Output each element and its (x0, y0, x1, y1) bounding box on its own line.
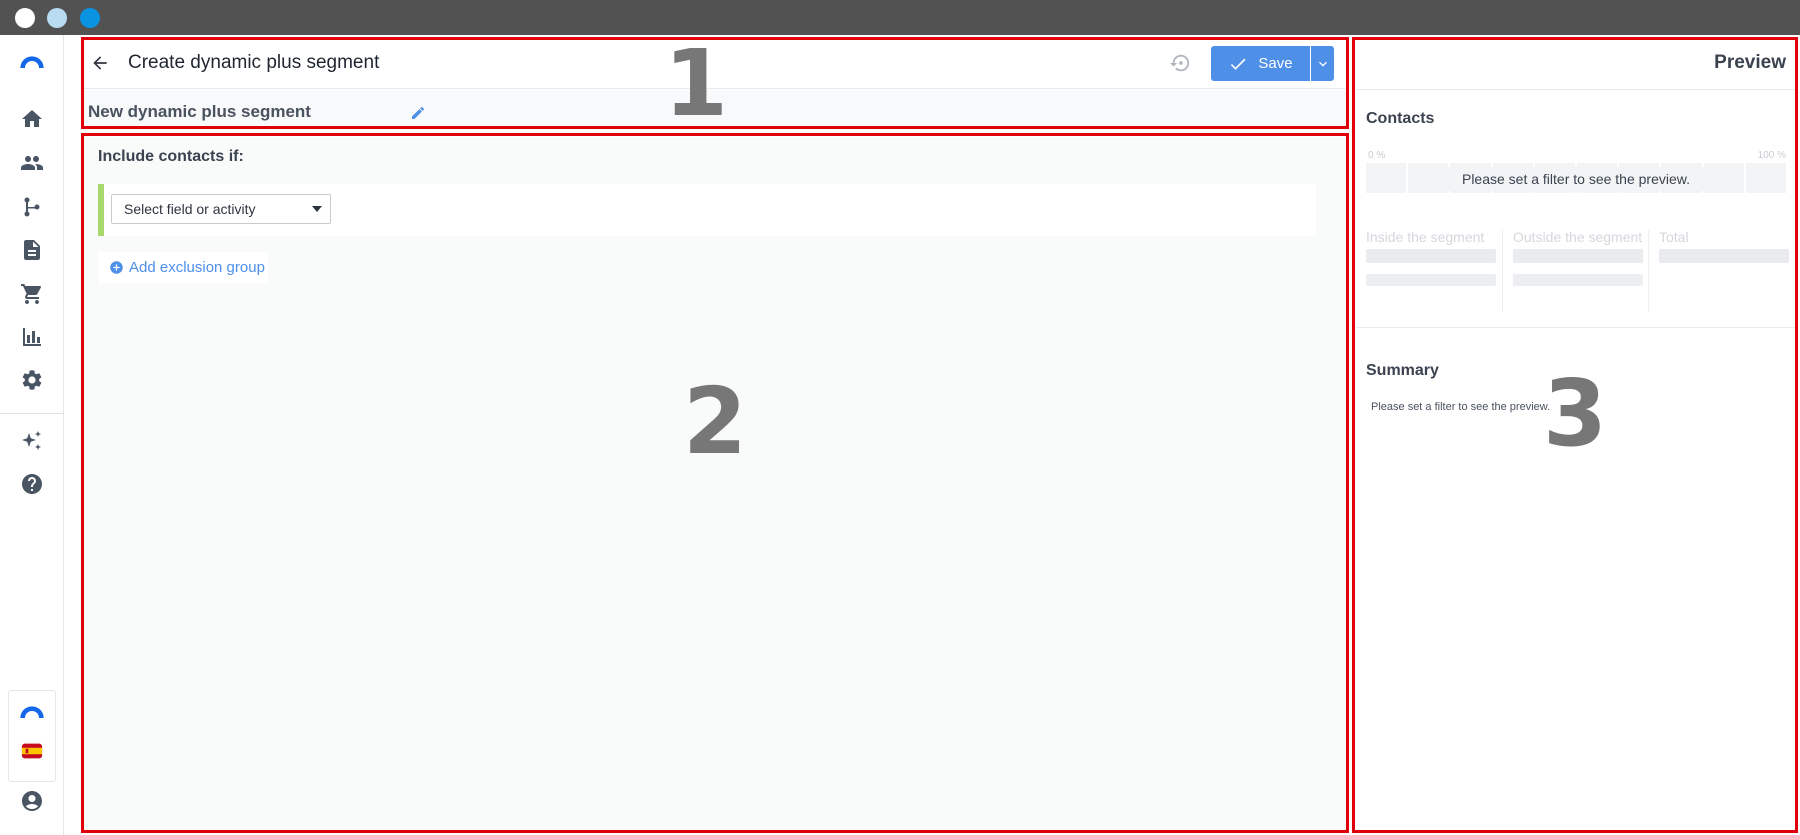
include-contacts-label: Include contacts if: (98, 148, 244, 165)
check-icon (1231, 58, 1246, 70)
stat-divider (1502, 230, 1503, 312)
cart-icon[interactable] (18, 280, 46, 308)
stat-placeholder-bar (1513, 274, 1643, 286)
save-options-dropdown[interactable] (1311, 46, 1334, 81)
help-icon[interactable] (18, 470, 46, 498)
stat-placeholder-bar (1366, 249, 1496, 263)
save-label: Save (1258, 55, 1293, 72)
automation-icon[interactable] (18, 193, 46, 221)
stat-placeholder-bar (1513, 249, 1643, 263)
document-icon[interactable] (18, 236, 46, 264)
history-icon[interactable] (1168, 51, 1192, 75)
chevron-down-icon (1318, 61, 1327, 67)
preview-section-divider (1356, 327, 1796, 328)
add-exclusion-label: Add exclusion group (129, 259, 265, 276)
back-arrow-icon[interactable] (87, 50, 113, 76)
preview-title: Preview (1714, 52, 1786, 73)
window-maximize-button[interactable] (80, 8, 100, 28)
spain-flag-icon[interactable] (18, 737, 46, 765)
field-select-value: Select field or activity (124, 201, 256, 217)
contacts-icon[interactable] (18, 149, 46, 177)
add-circle-icon (110, 261, 123, 274)
annotation-number-1: 1 (664, 30, 729, 137)
preview-empty-text: Please set a filter to see the preview. (1447, 167, 1704, 191)
stat-placeholder-bar (1366, 274, 1496, 286)
account-icon[interactable] (18, 787, 46, 815)
edit-name-pencil-icon[interactable] (408, 103, 428, 123)
segment-builder (81, 137, 1349, 830)
stat-outside-segment: Outside the segment (1513, 229, 1643, 311)
settings-icon[interactable] (18, 366, 46, 394)
annotation-number-2: 2 (683, 368, 748, 475)
contacts-title: Contacts (1366, 110, 1435, 127)
stat-inside-segment: Inside the segment (1366, 229, 1496, 311)
summary-title: Summary (1366, 362, 1439, 379)
stat-label: Inside the segment (1366, 229, 1485, 245)
stat-total: Total (1659, 229, 1789, 311)
reports-icon[interactable] (18, 323, 46, 351)
page-title: Create dynamic plus segment (128, 52, 380, 73)
sidebar-divider (0, 413, 63, 414)
percent-min-label: 0 % (1368, 150, 1386, 161)
window-minimize-button[interactable] (47, 8, 67, 28)
dropdown-caret-icon (312, 206, 322, 212)
brand-logo[interactable] (18, 47, 46, 75)
preview-empty-message: Please set a filter to see the preview. (1356, 167, 1796, 191)
window-close-button[interactable] (15, 8, 35, 28)
preview-header: Preview (1356, 37, 1796, 90)
percent-max-label: 100 % (1757, 150, 1786, 161)
stat-placeholder-bar (1659, 249, 1789, 263)
summary-empty-message: Please set a filter to see the preview. (1371, 401, 1551, 413)
add-exclusion-group-button[interactable]: Add exclusion group (98, 252, 268, 283)
stat-label: Total (1659, 229, 1689, 245)
window-titlebar (0, 0, 1800, 35)
stat-label: Outside the segment (1513, 229, 1643, 245)
save-button[interactable]: Save (1211, 46, 1310, 81)
segment-name: New dynamic plus segment (88, 102, 311, 121)
annotation-number-3: 3 (1543, 360, 1608, 467)
home-icon[interactable] (18, 105, 46, 133)
left-sidebar (0, 35, 64, 835)
stat-divider (1648, 230, 1649, 312)
sparkle-icon[interactable] (18, 427, 46, 455)
field-or-activity-select[interactable]: Select field or activity (111, 194, 331, 224)
brand-logo-small[interactable] (18, 697, 46, 725)
